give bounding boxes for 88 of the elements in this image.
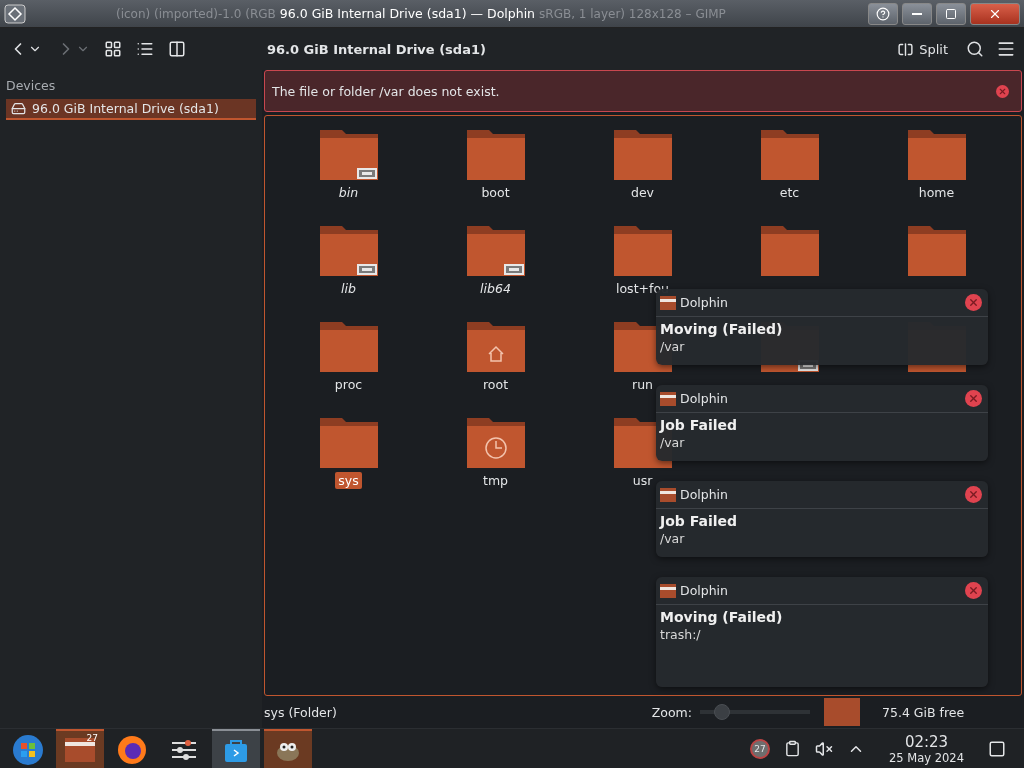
show-desktop-icon[interactable]: [988, 739, 1006, 758]
maximize-icon: [945, 7, 957, 20]
zoom-label: Zoom:: [651, 704, 692, 720]
folder-icon: [319, 224, 378, 276]
folder-icon: [466, 224, 525, 276]
folder-name[interactable]: lib64: [477, 280, 514, 297]
close-icon[interactable]: [965, 390, 982, 407]
folder-icon: [760, 128, 819, 180]
folder-name[interactable]: etc: [776, 184, 803, 201]
folder-name[interactable]: lib: [338, 280, 359, 297]
folder-icon: [660, 295, 676, 310]
notification-body: trash:/: [659, 626, 702, 644]
folder-name[interactable]: dev: [628, 184, 657, 201]
help-icon: [876, 6, 890, 21]
help-button[interactable]: [868, 2, 898, 25]
status-text: sys (Folder): [264, 704, 338, 720]
folder-name[interactable]: tmp: [480, 472, 511, 489]
folder-name[interactable]: boot: [478, 184, 513, 201]
window-title: 96.0 GiB Internal Drive (sda1) — Dolphin: [279, 6, 536, 21]
folder-name[interactable]: lost+fou: [613, 280, 672, 297]
clock[interactable]: 02:23 25 May 2024: [889, 732, 964, 765]
grid-view-icon[interactable]: [104, 40, 122, 58]
window-menu-icon[interactable]: [4, 3, 26, 24]
update-badge[interactable]: 27: [750, 738, 770, 759]
error-message: The file or folder /var does not exist.: [272, 83, 500, 99]
notification-body: /var: [659, 338, 686, 356]
close-icon[interactable]: [965, 582, 982, 599]
list-view-icon[interactable]: [136, 40, 154, 58]
folder-icon: [907, 128, 966, 180]
notification-body: /var: [659, 530, 686, 548]
folder-icon: [907, 224, 966, 276]
notification-title: Job Failed: [658, 416, 739, 433]
folder-name[interactable]: sys: [335, 472, 362, 489]
folder-icon: [660, 391, 676, 406]
folder-icon: [660, 583, 676, 598]
folder-icon: [466, 320, 525, 372]
preview-swatch: [824, 698, 860, 726]
folder-icon: [319, 320, 378, 372]
folder-icon: [319, 128, 378, 180]
folder-icon: [319, 416, 378, 468]
sliders-icon[interactable]: [170, 738, 198, 761]
drive-icon: [11, 101, 26, 116]
count-label: 27: [86, 732, 98, 743]
search-button[interactable]: [966, 40, 984, 58]
split-view-icon[interactable]: [168, 40, 186, 58]
close-icon[interactable]: [965, 294, 982, 311]
notification-app: Dolphin: [680, 295, 729, 310]
location-title: 96.0 GiB Internal Drive (sda1): [266, 41, 487, 57]
background-window-title: (icon) (imported)-1.0 (RGB: [116, 6, 276, 21]
menu-button[interactable]: [996, 39, 1016, 59]
notification-app: Dolphin: [680, 487, 729, 502]
notification-title: Job Failed: [658, 512, 739, 529]
browser-icon[interactable]: [117, 734, 147, 765]
start-orb-icon[interactable]: [12, 733, 44, 766]
close-icon[interactable]: [965, 486, 982, 503]
folder-name[interactable]: usr: [629, 472, 656, 489]
folder-icon: [613, 224, 672, 276]
folder-name[interactable]: root: [479, 376, 512, 393]
folder-icon: [466, 128, 525, 180]
folder-icon: [613, 128, 672, 180]
task-button[interactable]: 27: [56, 728, 104, 768]
folder-name[interactable]: run: [629, 376, 656, 393]
folder-name[interactable]: bin: [335, 184, 362, 201]
muted-speaker-icon[interactable]: [815, 739, 833, 758]
free-space: 75.4 GiB free: [882, 704, 966, 720]
folder-icon: [466, 416, 525, 468]
folder-icon: [760, 224, 819, 276]
folder-name[interactable]: home: [915, 184, 958, 201]
close-icon[interactable]: [996, 84, 1009, 98]
notification-title: Moving (Failed): [659, 320, 784, 337]
notification-body: /var: [659, 434, 686, 452]
close-button[interactable]: [970, 2, 1020, 25]
task-button[interactable]: [264, 728, 312, 768]
sidebar-item[interactable]: 96.0 GiB Internal Drive (sda1): [6, 99, 256, 120]
background-window-title: sRGB, 1 layer) 128x128 – GIMP: [539, 6, 726, 21]
sidebar-heading: Devices: [6, 77, 57, 95]
folder-name[interactable]: proc: [331, 376, 366, 393]
notification-app: Dolphin: [680, 391, 729, 406]
slider-thumb[interactable]: [714, 704, 730, 720]
folder-icon: [660, 487, 676, 502]
clipboard-icon[interactable]: [784, 740, 801, 757]
minimize-button[interactable]: [902, 2, 932, 25]
notification-title: Moving (Failed): [659, 608, 784, 625]
notification-app: Dolphin: [680, 583, 729, 598]
split-icon: [897, 40, 915, 58]
minimize-icon: [912, 12, 922, 15]
split-button[interactable]: Split: [891, 40, 954, 58]
maximize-button[interactable]: [936, 2, 966, 25]
